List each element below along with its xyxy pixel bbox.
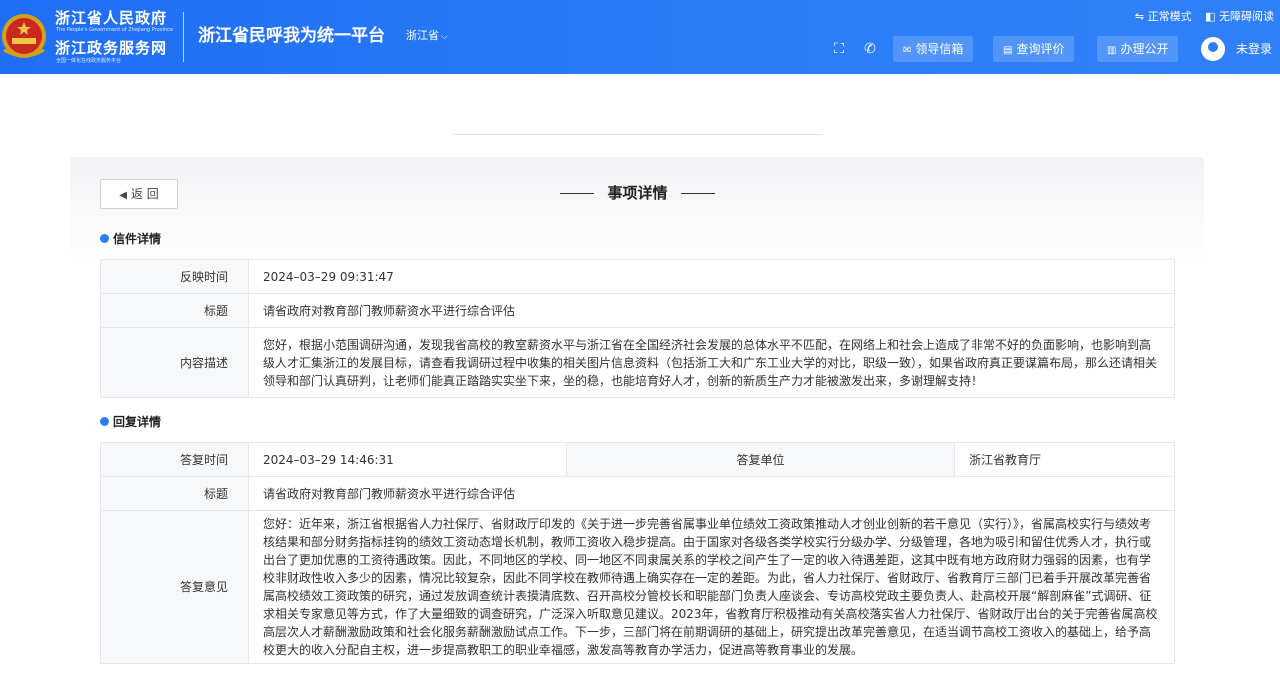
letter-time-label: 反映时间: [100, 259, 249, 294]
letter-section-title: 信件详情: [113, 232, 162, 246]
reply-opinion-value: 您好：近年来，浙江省根据省人力社保厅、省财政厅印发的《关于进一步完善省属事业单位…: [248, 510, 1175, 664]
gov-name[interactable]: 浙江省人民政府: [55, 9, 167, 27]
comment-icon: ▤: [1003, 45, 1013, 56]
reply-unit-label: 答复单位: [566, 442, 955, 477]
back-button[interactable]: ◀ 返 回: [100, 179, 178, 209]
reply-title-label: 标题: [100, 476, 249, 511]
reply-opinion-label: 答复意见: [100, 510, 249, 664]
table-row: 标题 请省政府对教育部门教师薪资水平进行综合评估: [100, 476, 1175, 511]
reply-detail-table: 答复时间 2024–03–29 14:46:31 答复单位 浙江省教育厅 标题 …: [100, 442, 1175, 664]
public-handling-button[interactable]: ▥ 办理公开: [1097, 36, 1179, 62]
platform-title[interactable]: 浙江省民呼我为统一平台: [198, 25, 385, 47]
scan-icon[interactable]: ⛶: [829, 39, 849, 59]
table-row: 答复意见 您好：近年来，浙江省根据省人力社保厅、省财政厅印发的《关于进一步完善省…: [100, 510, 1175, 664]
query-review-label: 查询评价: [1016, 42, 1065, 56]
letter-detail-table: 反映时间 2024–03–29 09:31:47 标题 请省政府对教育部门教师薪…: [100, 259, 1175, 398]
leader-mailbox-label: 领导信箱: [915, 42, 964, 56]
national-emblem-icon: [2, 14, 46, 58]
reply-title-value: 请省政府对教育部门教师薪资水平进行综合评估: [248, 476, 1175, 511]
leader-mailbox-button[interactable]: ✉ 领导信箱: [893, 36, 974, 62]
book-icon: ▥: [1107, 45, 1117, 56]
mail-icon: ✉: [903, 45, 912, 56]
letter-title-value: 请省政府对教育部门教师薪资水平进行综合评估: [248, 293, 1175, 328]
letter-title-label: 标题: [100, 293, 249, 328]
public-handling-label: 办理公开: [1120, 42, 1169, 56]
region-label: 浙江省: [406, 29, 439, 42]
reply-unit-value: 浙江省教育厅: [954, 442, 1175, 477]
normal-mode-link[interactable]: ⇋ 正常模式: [1135, 10, 1192, 23]
table-row: 标题 请省政府对教育部门教师薪资水平进行综合评估: [100, 293, 1175, 328]
letter-section-heading: 信件详情: [95, 231, 162, 247]
query-review-button[interactable]: ▤ 查询评价: [993, 36, 1075, 62]
table-row: 反映时间 2024–03–29 09:31:47: [100, 259, 1175, 294]
reply-section-title: 回复详情: [113, 415, 162, 429]
bullet-dot-icon: [95, 417, 109, 426]
bullet-dot-icon: [95, 234, 109, 243]
letter-content-value: 您好，根据小范围调研沟通，发现我省高校的教室薪资水平与浙江省在全国经济社会发展的…: [248, 327, 1175, 398]
letter-time-value: 2024–03–29 09:31:47: [248, 259, 1175, 294]
chevron-down-icon: ⌵: [441, 32, 448, 42]
gov-name-en: The People's Government of Zhejiang Prov…: [56, 27, 173, 33]
top-header: 浙江省人民政府 The People's Government of Zheji…: [0, 0, 1280, 74]
display-mode-links: ⇋ 正常模式 ◧ 无障碍阅读: [1125, 10, 1274, 24]
user-avatar-icon[interactable]: [1201, 37, 1225, 61]
reply-time-label: 答复时间: [100, 442, 249, 477]
login-link[interactable]: 未登录: [1236, 42, 1272, 56]
table-row: 答复时间 2024–03–29 14:46:31 答复单位 浙江省教育厅: [100, 442, 1175, 477]
reply-section-heading: 回复详情: [95, 414, 162, 430]
letter-content-label: 内容描述: [100, 327, 249, 398]
phone-icon[interactable]: ✆: [860, 39, 880, 59]
page-title: 事项详情: [560, 183, 715, 203]
service-name[interactable]: 浙江政务服务网: [55, 39, 167, 57]
back-arrow-icon: ◀: [119, 190, 127, 201]
separator-line: [452, 134, 822, 135]
region-selector[interactable]: 浙江省 ⌵: [406, 29, 448, 44]
reply-time-value: 2024–03–29 14:46:31: [248, 442, 567, 477]
table-row: 内容描述 您好，根据小范围调研沟通，发现我省高校的教室薪资水平与浙江省在全国经济…: [100, 327, 1175, 398]
accessible-mode-link[interactable]: ◧ 无障碍阅读: [1205, 10, 1274, 23]
back-label: 返 回: [130, 187, 159, 201]
service-subtitle: 全国一体化在线政务服务平台: [56, 58, 122, 64]
header-divider: [183, 12, 184, 62]
